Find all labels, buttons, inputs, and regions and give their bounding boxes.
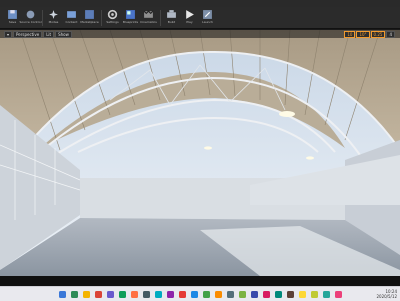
show-button[interactable]: Show	[55, 30, 72, 38]
content-button[interactable]: Content	[63, 7, 80, 28]
build-icon	[167, 10, 176, 18]
taskbar-apps	[56, 290, 344, 298]
taskbar-app-icon[interactable]	[130, 290, 138, 298]
taskbar-app-icon[interactable]	[226, 290, 234, 298]
blueprints-button[interactable]: Blueprints	[122, 7, 139, 28]
scale-snap-button[interactable]: 0.25	[370, 30, 386, 38]
save-button[interactable]: Save	[4, 7, 21, 28]
clock-date: 2020/5/12	[376, 294, 397, 299]
content-icon	[67, 11, 76, 18]
main-toolbar: Save Source Control Modes Content Market…	[0, 7, 400, 29]
launch-button[interactable]: Launch	[199, 7, 216, 28]
rotation-snap-button[interactable]: 10°	[356, 30, 370, 38]
taskbar-app-icon[interactable]	[190, 290, 198, 298]
taskbar-app-icon[interactable]	[202, 290, 210, 298]
save-icon	[8, 10, 17, 19]
modes-icon	[49, 10, 58, 19]
taskbar-app-icon[interactable]	[154, 290, 162, 298]
blueprints-label: Blueprints	[122, 20, 139, 24]
marketplace-icon	[85, 10, 94, 19]
save-label: Save	[8, 20, 17, 24]
play-label: Play	[186, 20, 193, 24]
build-button[interactable]: Build	[163, 7, 180, 28]
view-mode-button[interactable]: Lit	[43, 30, 55, 38]
ceiling-light	[279, 111, 295, 117]
taskbar-app-icon[interactable]	[214, 290, 222, 298]
ceiling-light	[306, 156, 314, 160]
taskbar-app-icon[interactable]	[82, 290, 90, 298]
blueprints-icon	[126, 10, 135, 19]
modes-button[interactable]: Modes	[45, 7, 62, 28]
viewport-options-button[interactable]: ▾	[4, 30, 13, 38]
taskbar-app-icon[interactable]	[250, 290, 258, 298]
toolbar-separator	[101, 9, 102, 26]
taskbar-app-icon[interactable]	[166, 290, 174, 298]
taskbar-app-icon[interactable]	[334, 290, 342, 298]
taskbar-app-icon[interactable]	[286, 290, 294, 298]
launch-label: Launch	[202, 20, 213, 24]
build-label: Build	[167, 20, 176, 24]
source-control-icon	[26, 10, 35, 19]
cinematics-button[interactable]: Cinematics	[140, 7, 157, 28]
marketplace-button[interactable]: Marketplace	[80, 7, 99, 28]
toolbar-separator	[160, 9, 161, 26]
taskbar-app-icon[interactable]	[298, 290, 306, 298]
taskbar-app-icon[interactable]	[274, 290, 282, 298]
level-viewport[interactable]: ▾ Perspective Lit Show 10 10° 0.25 4	[0, 30, 400, 276]
status-bar: Lighting needs to be rebuilt (1 unbuilt …	[0, 276, 400, 292]
marketplace-label: Marketplace	[80, 20, 99, 24]
taskbar-app-icon[interactable]	[142, 290, 150, 298]
taskbar-app-icon[interactable]	[262, 290, 270, 298]
taskbar-app-icon[interactable]	[58, 290, 66, 298]
play-button[interactable]: Play	[181, 7, 198, 28]
settings-button[interactable]: Settings	[104, 7, 121, 28]
taskbar-app-icon[interactable]	[118, 290, 126, 298]
play-icon	[186, 10, 194, 19]
ceiling-light	[204, 146, 212, 150]
taskbar: 10:24 2020/5/12	[0, 286, 400, 301]
scene-render[interactable]	[0, 30, 400, 276]
cinematics-label: Cinematics	[140, 20, 157, 24]
source-control-button[interactable]: Source Control	[19, 7, 42, 28]
system-tray: 10:24 2020/5/12	[376, 289, 397, 299]
content-label: Content	[65, 20, 78, 24]
grid-snap-button[interactable]: 10	[344, 30, 356, 38]
taskbar-app-icon[interactable]	[94, 290, 102, 298]
taskbar-app-icon[interactable]	[70, 290, 78, 298]
cinematics-icon	[143, 10, 154, 18]
camera-speed-button[interactable]: 4	[386, 30, 395, 38]
taskbar-app-icon[interactable]	[178, 290, 186, 298]
settings-label: Settings	[106, 20, 119, 24]
editor-title-strip	[0, 0, 400, 7]
launch-icon	[203, 10, 212, 19]
settings-icon	[107, 9, 118, 20]
taskbar-app-icon[interactable]	[238, 290, 246, 298]
taskbar-app-icon[interactable]	[106, 290, 114, 298]
viewport-toolbar: ▾ Perspective Lit Show 10 10° 0.25 4	[0, 30, 400, 38]
modes-label: Modes	[48, 20, 59, 24]
taskbar-app-icon[interactable]	[310, 290, 318, 298]
perspective-button[interactable]: Perspective	[13, 30, 43, 38]
taskbar-app-icon[interactable]	[322, 290, 330, 298]
toolbar-separator	[42, 9, 43, 26]
source-control-label: Source Control	[19, 20, 42, 24]
